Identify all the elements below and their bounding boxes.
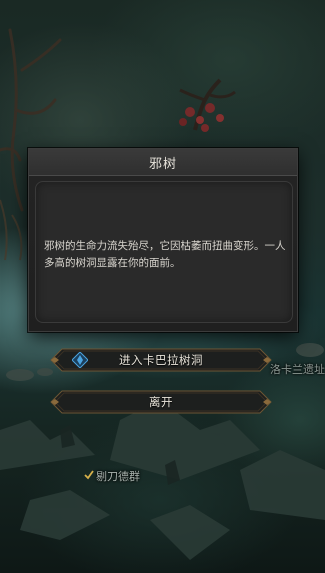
- leave-button-label: 离开: [149, 395, 173, 409]
- map-location-label-partial[interactable]: 洛卡兰遗址: [270, 361, 325, 377]
- dialog-header: 邪树: [29, 149, 297, 176]
- enter-button-label: 进入卡巴拉树洞: [119, 353, 203, 367]
- evil-tree-sprite: [179, 78, 236, 132]
- location-check-icon: [84, 470, 94, 480]
- dialog-title: 邪树: [148, 156, 177, 172]
- compass-icon: [72, 352, 88, 368]
- leave-button[interactable]: 离开: [50, 390, 272, 414]
- enter-tree-hollow-button[interactable]: 进入卡巴拉树洞: [50, 348, 272, 372]
- event-description: 邪树的生命力流失殆尽，它因枯萎而扭曲变形。一人多高的树洞显露在你的面前。: [44, 240, 286, 269]
- game-screen: 剔刀德群 洛卡兰遗址 邪树 邪树的生命力流失殆尽，它因枯萎而扭曲变形。一人多高的…: [0, 0, 325, 573]
- dialog-body: 邪树的生命力流失殆尽，它因枯萎而扭曲变形。一人多高的树洞显露在你的面前。: [35, 181, 293, 323]
- event-dialog: 邪树 邪树的生命力流失殆尽，它因枯萎而扭曲变形。一人多高的树洞显露在你的面前。: [28, 148, 298, 332]
- map-location-label[interactable]: 剔刀德群: [96, 468, 140, 484]
